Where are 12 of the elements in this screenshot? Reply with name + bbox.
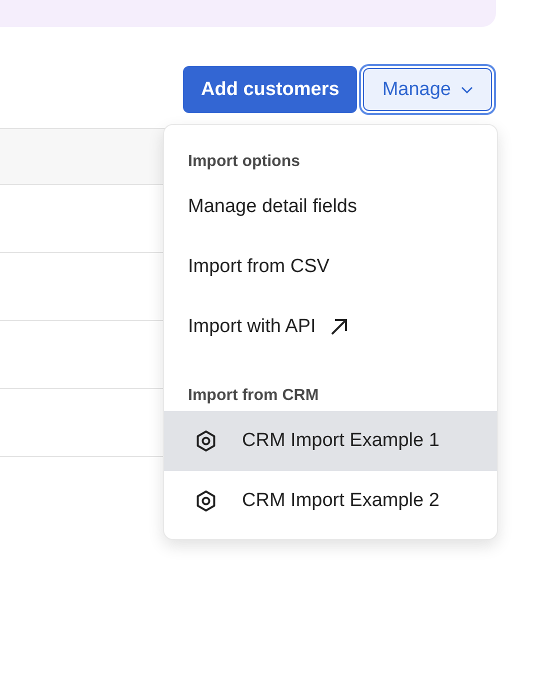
external-link-icon xyxy=(330,318,348,336)
menu-item[interactable]: Import with API xyxy=(164,297,497,357)
add-customers-button[interactable]: Add customers xyxy=(183,66,358,113)
menu-item[interactable]: CRM Import Example 1 xyxy=(164,411,497,471)
menu-item[interactable]: Manage detail fields xyxy=(164,177,497,237)
menu-item[interactable]: Import from CSV xyxy=(164,237,497,297)
hexagon-icon xyxy=(194,489,218,513)
hexagon-icon xyxy=(194,429,218,453)
section-heading: Import from CRM xyxy=(188,387,319,404)
menu-item[interactable]: CRM Import Example 2 xyxy=(164,471,497,531)
section-heading: Import options xyxy=(188,153,300,170)
caret-icon xyxy=(461,86,473,94)
